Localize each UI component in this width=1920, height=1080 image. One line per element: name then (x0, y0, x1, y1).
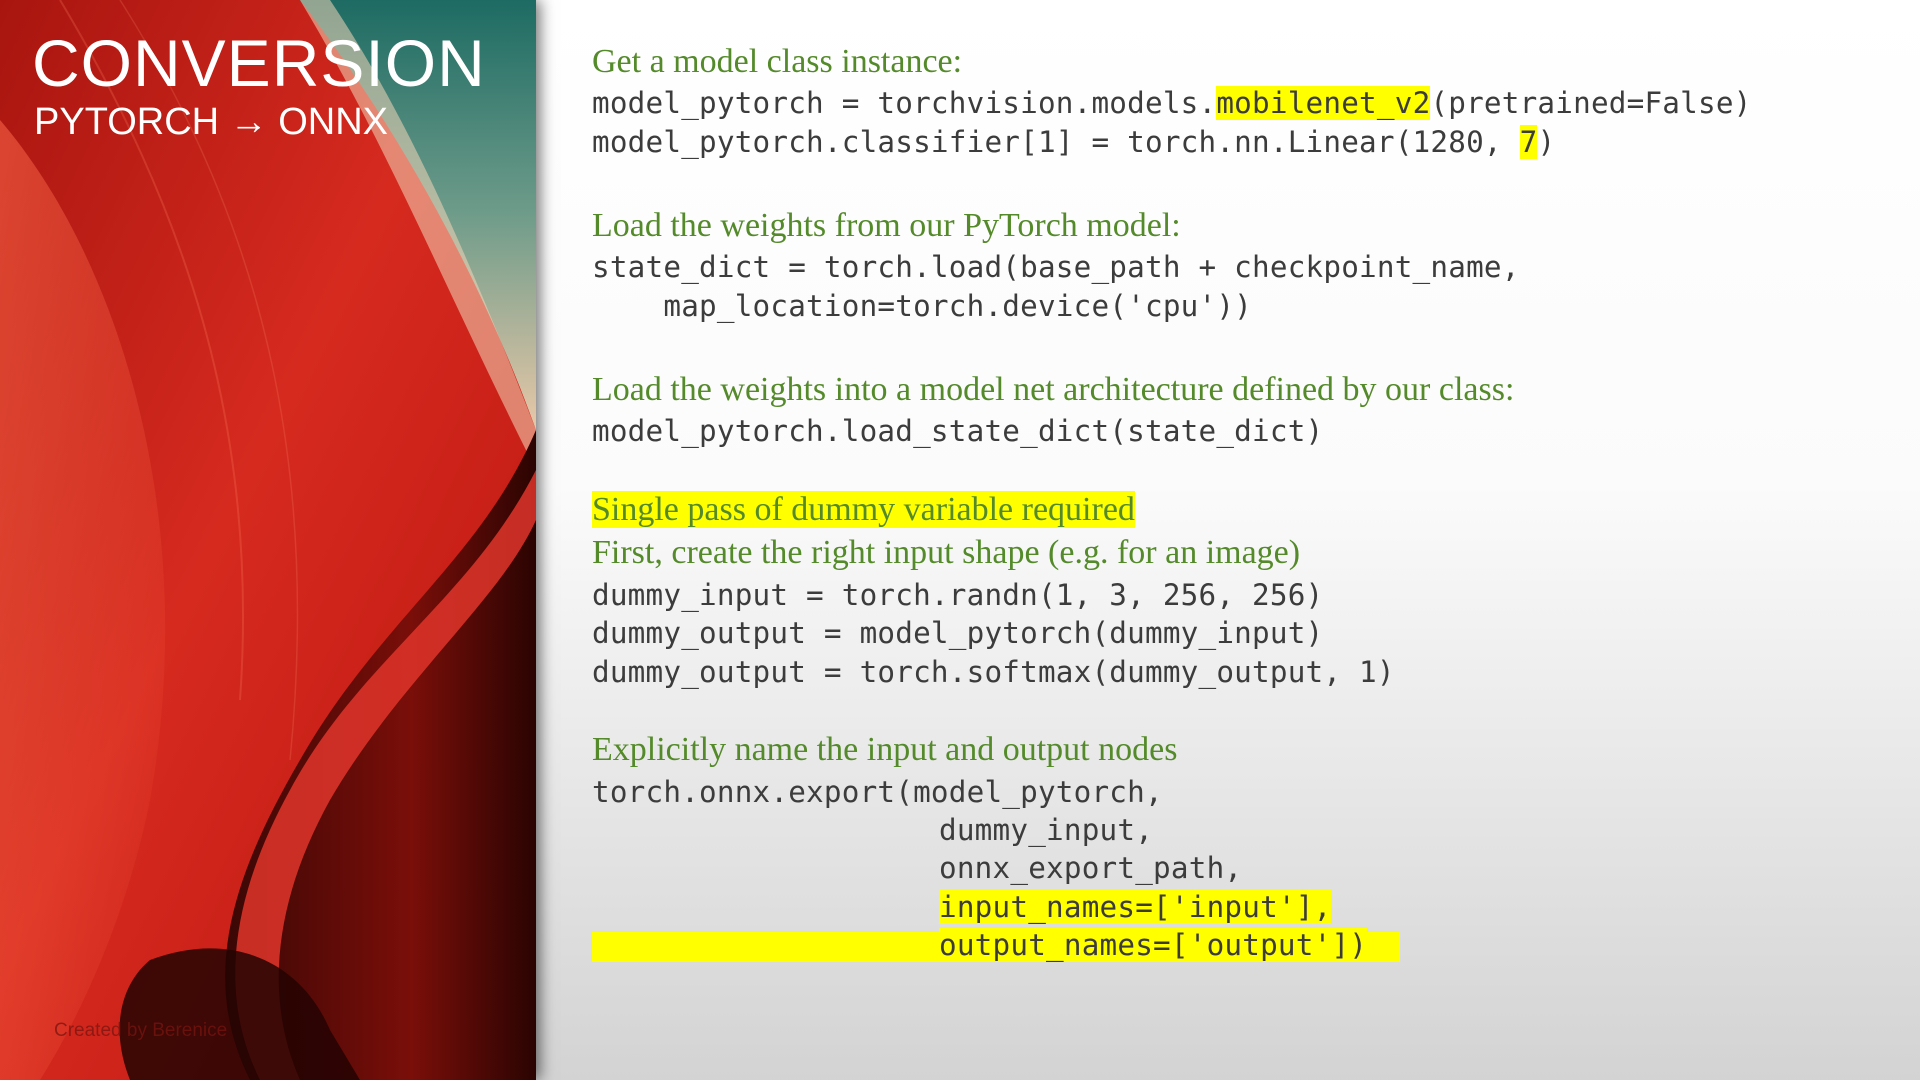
code-line-dummy-input: dummy_input = torch.randn(1, 3, 256, 256… (592, 578, 1324, 612)
heading-load-weights: Load the weights from our PyTorch model: (592, 207, 1181, 244)
code-line-classifier: model_pytorch.classifier[1] = torch.nn.L… (592, 123, 1555, 161)
title-panel: CONVERSION PYTORCH → ONNX Created by Ber… (0, 0, 536, 1080)
highlighted-input-names: input_names=['input'], (939, 890, 1332, 924)
highlighted-heading: Single pass of dummy variable required (592, 491, 1135, 528)
abstract-red-background (0, 0, 536, 1080)
heading-dummy-pass: Single pass of dummy variable required (592, 490, 1135, 530)
heading-load-into-arch: Load the weights into a model net archit… (592, 371, 1515, 408)
heading-name-nodes: Explicitly name the input and output nod… (592, 731, 1178, 768)
code-line-torch-load: state_dict = torch.load(base_path + chec… (592, 250, 1520, 284)
code-line-export-arg-input: dummy_input, (939, 813, 1154, 847)
code-line-onnx-export: torch.onnx.export(model_pytorch, (592, 775, 1163, 809)
code-line-softmax: dummy_output = torch.softmax(dummy_outpu… (592, 655, 1395, 689)
content-panel: Get a model class instance: model_pytorc… (536, 0, 1920, 1080)
code-line-input-names: input_names=['input'], (939, 888, 1332, 926)
highlighted-output-names: output_names=['output']) (939, 928, 1368, 962)
heading-model-instance: Get a model class instance: (592, 43, 963, 80)
code-text: model_pytorch.classifier[1] = torch.nn.L… (592, 125, 1520, 159)
slide-title: CONVERSION (32, 26, 486, 100)
code-text: model_pytorch = torchvision.models. (592, 86, 1217, 120)
code-line-export-arg-path: onnx_export_path, (939, 851, 1243, 885)
code-text: (pretrained=False) (1430, 86, 1752, 120)
highlighted-class-count: 7 (1519, 125, 1538, 159)
arrow-right-icon: → (229, 101, 268, 143)
code-line-dummy-output: dummy_output = model_pytorch(dummy_input… (592, 616, 1324, 650)
highlighted-model-name: mobilenet_v2 (1216, 86, 1431, 120)
subtitle-source: PYTORCH (34, 101, 220, 143)
code-line-map-location: map_location=torch.device('cpu')) (592, 289, 1253, 323)
credit-watermark: Created by Berenice (54, 1020, 228, 1041)
code-line-load-state-dict: model_pytorch.load_state_dict(state_dict… (592, 414, 1324, 448)
slide-subtitle: PYTORCH → ONNX (34, 103, 388, 141)
heading-input-shape: First, create the right input shape (e.g… (592, 534, 1301, 571)
code-text: ) (1537, 125, 1556, 159)
code-line-output-names: output_names=['output']) (939, 926, 1368, 964)
subtitle-target: ONNX (278, 101, 389, 143)
code-line-model-create: model_pytorch = torchvision.models.mobil… (592, 84, 1752, 122)
